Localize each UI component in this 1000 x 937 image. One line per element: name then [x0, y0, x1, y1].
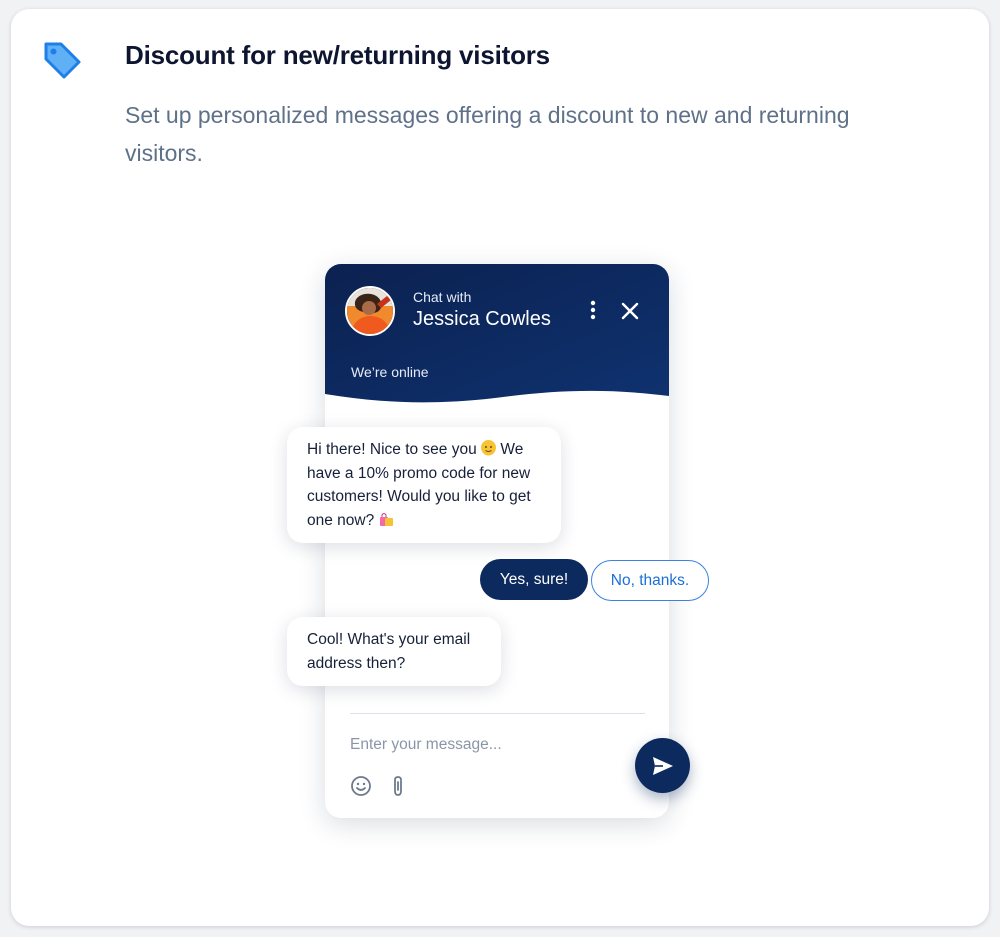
- quick-reply-yes-button[interactable]: Yes, sure!: [480, 559, 588, 600]
- chat-header: Chat with Jessica Cowles We’re online: [325, 264, 669, 406]
- agent-message-bubble: Cool! What's your email address then?: [287, 617, 501, 686]
- quick-reply-no-button[interactable]: No, thanks.: [591, 560, 709, 601]
- card-description: Set up personalized messages offering a …: [125, 102, 850, 166]
- emoji-picker-button[interactable]: [350, 775, 372, 797]
- close-chat-button[interactable]: [619, 300, 641, 322]
- attach-file-button[interactable]: [388, 774, 408, 798]
- chat-with-label: Chat with: [413, 289, 472, 305]
- agent-message-bubble: Hi there! Nice to see you We have a 10% …: [287, 427, 561, 543]
- online-status: We’re online: [351, 364, 429, 380]
- message-input[interactable]: [350, 732, 620, 758]
- price-tag-icon: [40, 38, 84, 82]
- close-icon: [621, 302, 639, 320]
- agent-name: Jessica Cowles: [413, 308, 551, 330]
- card-title: Discount for new/returning visitors: [125, 40, 550, 70]
- more-options-button[interactable]: [583, 300, 603, 320]
- agent-avatar: [345, 286, 395, 336]
- emoji-icon: [351, 776, 371, 796]
- send-icon: [652, 756, 673, 775]
- message-text: Cool! What's your email address then?: [307, 631, 471, 672]
- send-message-button[interactable]: [635, 738, 690, 793]
- more-vertical-icon: [590, 300, 596, 320]
- smiling-face-emoji-icon: [481, 440, 497, 456]
- shopping-bags-emoji-icon: [379, 511, 394, 526]
- message-text: Hi there! Nice to see you: [307, 441, 477, 458]
- paperclip-icon: [394, 776, 402, 796]
- composer-divider: [350, 713, 645, 714]
